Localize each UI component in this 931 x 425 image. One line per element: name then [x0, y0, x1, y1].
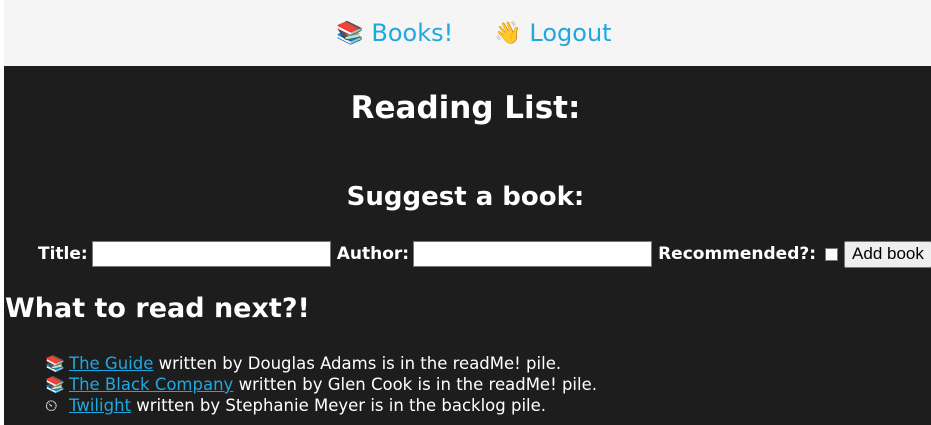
book-author: Stephanie Meyer — [225, 396, 366, 415]
written-by-text: written by — [238, 375, 323, 394]
nav-books-label: Books! — [371, 19, 454, 47]
book-list: 📚 The Guide written by Douglas Adams is … — [45, 353, 597, 416]
pile-word: pile. — [526, 354, 562, 373]
list-item: 📚 The Guide written by Douglas Adams is … — [45, 353, 597, 374]
book-author: Douglas Adams — [247, 354, 377, 373]
waving-hand-icon: 👋 — [494, 20, 522, 46]
timer-clock-icon: ⏲ — [45, 396, 58, 415]
list-item: 📚 The Black Company written by Glen Cook… — [45, 374, 597, 395]
books-icon: 📚 — [45, 375, 65, 394]
written-by-text: written by — [136, 396, 221, 415]
book-pile: readMe! — [452, 354, 521, 373]
book-pile: readMe! — [488, 375, 557, 394]
list-item: ⏲ Twilight written by Stephanie Meyer is… — [45, 395, 597, 416]
book-author: Glen Cook — [327, 375, 413, 394]
in-pile-text: is in the — [370, 396, 437, 415]
in-pile-text: is in the — [417, 375, 484, 394]
books-icon: 📚 — [45, 354, 65, 373]
pile-word: pile. — [561, 375, 597, 394]
top-nav: 📚 Books! 👋 Logout — [4, 0, 931, 66]
book-title-link[interactable]: The Black Company — [69, 374, 233, 395]
suggest-book-form: Title: Author: Recommended?: Add book — [38, 240, 931, 268]
book-title-link[interactable]: Twilight — [69, 395, 131, 416]
recommended-checkbox[interactable] — [825, 247, 839, 261]
pile-word: pile. — [511, 396, 547, 415]
title-input[interactable] — [91, 241, 331, 267]
recommended-label: Recommended?: — [658, 244, 817, 264]
author-label: Author: — [336, 244, 410, 264]
in-pile-text: is in the — [381, 354, 448, 373]
suggest-book-heading: Suggest a book: — [346, 182, 585, 212]
nav-logout-label: Logout — [529, 19, 612, 47]
nav-books-link[interactable]: 📚 Books! — [336, 19, 453, 47]
nav-logout-link[interactable]: 👋 Logout — [494, 19, 612, 47]
add-book-button[interactable]: Add book — [844, 240, 931, 268]
page-title: Reading List: — [350, 90, 581, 126]
author-input[interactable] — [413, 241, 653, 267]
written-by-text: written by — [158, 354, 243, 373]
book-pile: backlog — [441, 396, 506, 415]
what-to-read-next-heading: What to read next?! — [5, 293, 310, 324]
title-label: Title: — [38, 244, 88, 264]
books-icon: 📚 — [336, 20, 364, 46]
book-title-link[interactable]: The Guide — [69, 353, 153, 374]
